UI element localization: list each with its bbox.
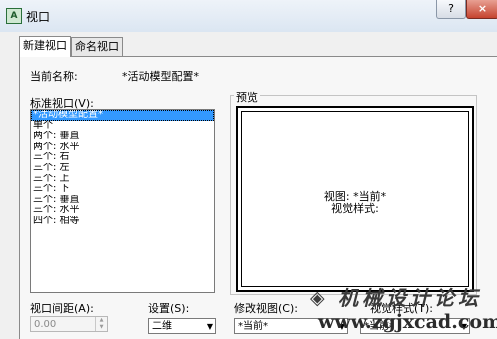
list-item[interactable]: 三个: 下: [31, 184, 214, 195]
viewport-spacing-value: 0.00: [34, 319, 57, 330]
viewport-spacing-input[interactable]: 0.00 ▲ ▼: [30, 316, 108, 332]
current-name-value: *活动模型配置*: [122, 70, 199, 83]
list-item[interactable]: 三个: 右: [31, 152, 214, 163]
list-item[interactable]: *活动模型配置*: [31, 110, 214, 121]
title-bar: A 视口 ? ×: [0, 0, 497, 32]
viewport-spacing-label: 视口间距(A):: [30, 302, 94, 315]
setup-select[interactable]: 二维 ▼: [148, 318, 216, 334]
standard-viewports-list[interactable]: *活动模型配置* 单个 两个: 垂直 两个: 水平 三个: 右 三个: 左 三个…: [30, 109, 215, 293]
setup-label: 设置(S):: [148, 302, 190, 315]
setup-value: 二维: [152, 321, 172, 332]
visual-style-label: 视觉样式(T):: [370, 302, 434, 315]
change-view-label: 修改视图(C):: [234, 302, 298, 315]
list-item[interactable]: 三个: 水平: [31, 205, 214, 216]
spin-up-icon[interactable]: ▲: [96, 317, 107, 324]
tab-named-viewports[interactable]: 命名视口: [71, 37, 123, 56]
window-title: 视口: [26, 10, 51, 24]
list-item[interactable]: 两个: 垂直: [31, 131, 214, 142]
preview-visual-style-text: 视觉样式:: [331, 202, 379, 215]
help-button[interactable]: ?: [436, 0, 466, 19]
list-item[interactable]: 四个: 相等: [31, 216, 214, 227]
chevron-down-icon: ▼: [338, 322, 345, 331]
preview-label: 预览: [234, 89, 260, 105]
viewport-preview: 视图: *当前* 视觉样式:: [236, 106, 474, 292]
chevron-down-icon: ▼: [460, 322, 467, 331]
change-view-value: *当前*: [238, 321, 268, 332]
visual-style-value: *当前*: [364, 321, 394, 332]
visual-style-select[interactable]: *当前* ▼: [360, 318, 470, 334]
current-name-label: 当前名称:: [30, 70, 78, 83]
list-item[interactable]: 单个: [31, 121, 214, 132]
close-button[interactable]: ×: [466, 0, 497, 19]
chevron-down-icon: ▼: [206, 322, 213, 331]
list-item[interactable]: 三个: 左: [31, 163, 214, 174]
autocad-icon: A: [6, 8, 22, 24]
list-item[interactable]: 两个: 水平: [31, 142, 214, 153]
spin-down-icon[interactable]: ▼: [96, 324, 107, 331]
list-item[interactable]: 三个: 垂直: [31, 195, 214, 206]
tab-new-viewports[interactable]: 新建视口: [19, 36, 71, 57]
change-view-select[interactable]: *当前* ▼: [234, 318, 348, 334]
spinner-buttons[interactable]: ▲ ▼: [95, 317, 107, 331]
preview-viewport-frame: 视图: *当前* 视觉样式:: [241, 111, 469, 287]
list-item[interactable]: 三个: 上: [31, 174, 214, 185]
